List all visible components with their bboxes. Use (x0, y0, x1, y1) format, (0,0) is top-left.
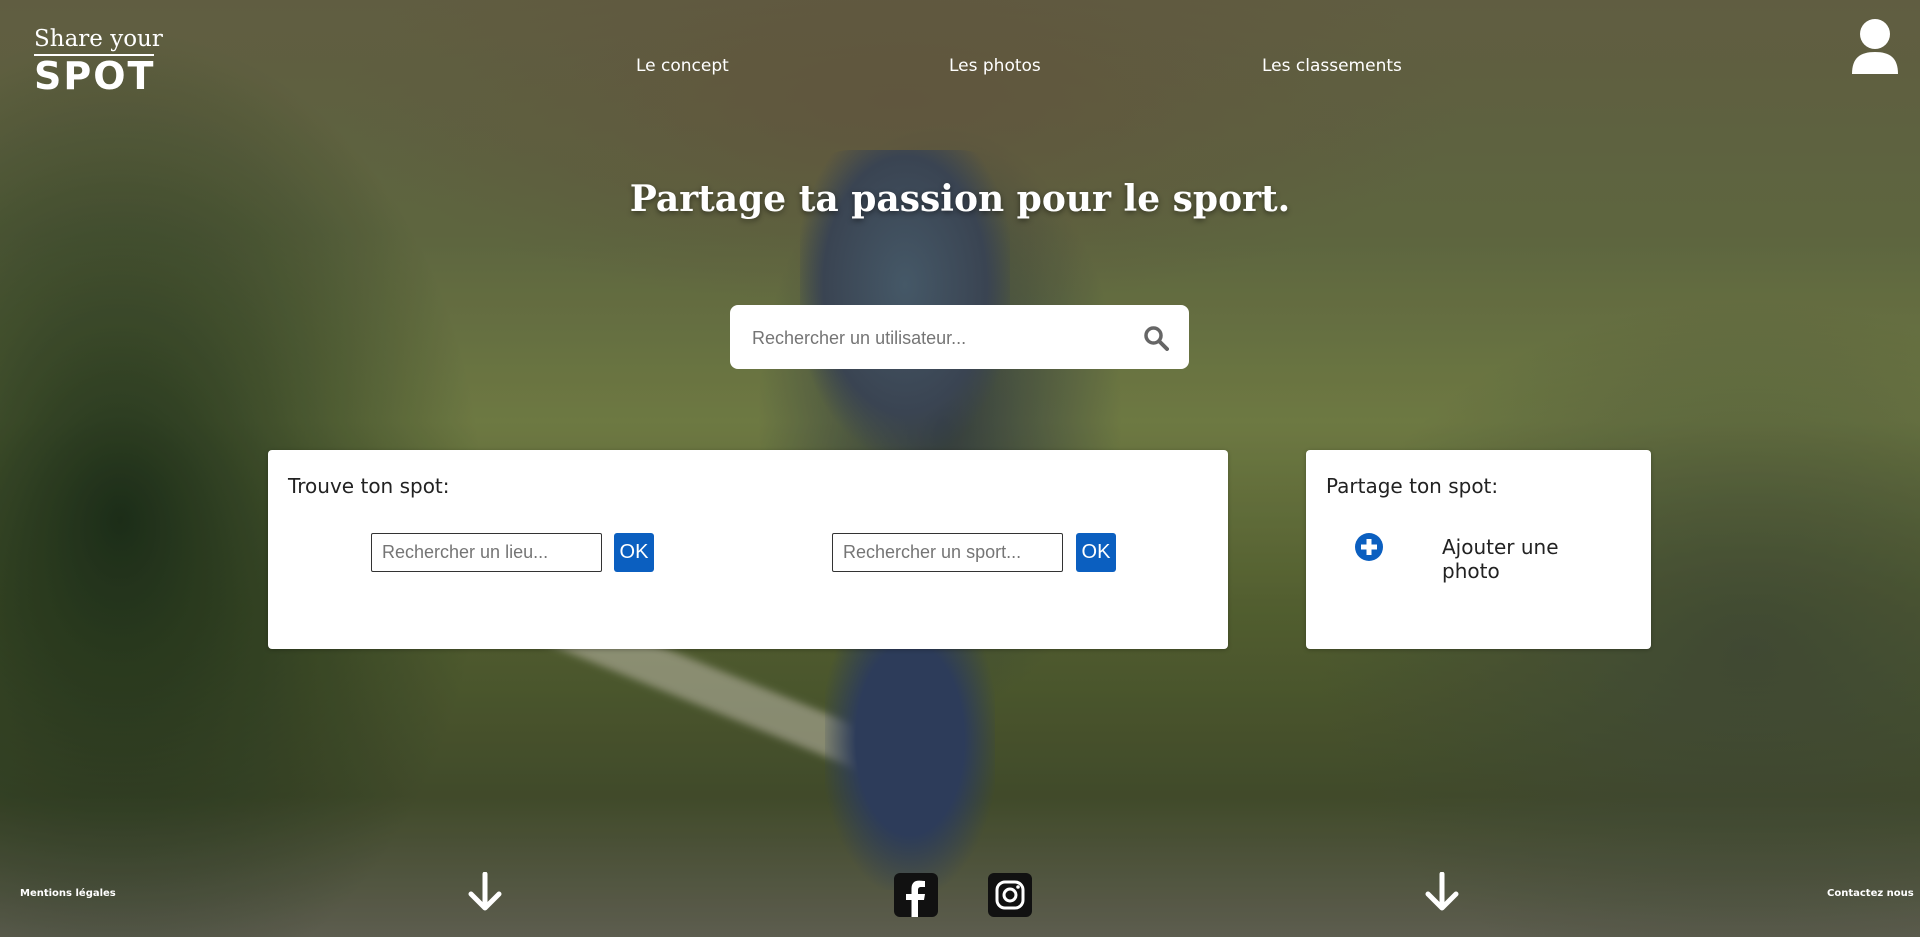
share-spot-card: Partage ton spot: Ajouter une photo (1306, 450, 1651, 649)
place-search-input[interactable] (371, 533, 602, 572)
nav-link-photos[interactable]: Les photos (949, 56, 1041, 76)
user-search-box (730, 305, 1189, 369)
add-photo-button[interactable]: Ajouter une photo (1354, 532, 1614, 583)
search-icon[interactable] (1143, 325, 1169, 351)
logo-top-text: Share your (34, 26, 163, 52)
add-photo-label: Ajouter une photo (1442, 535, 1559, 583)
instagram-icon[interactable] (988, 873, 1032, 917)
share-spot-title: Partage ton spot: (1326, 474, 1499, 498)
logo-bottom-text: SPOT (34, 54, 156, 98)
user-search-input[interactable] (750, 321, 1124, 355)
sport-search-input[interactable] (832, 533, 1063, 572)
nav-link-concept[interactable]: Le concept (636, 56, 729, 76)
plus-circle-icon (1355, 533, 1383, 561)
find-spot-card: Trouve ton spot: OK OK (268, 450, 1228, 649)
arrow-down-icon[interactable] (1422, 872, 1462, 912)
place-search-ok-button[interactable]: OK (614, 533, 654, 572)
background-hiker-legs (825, 640, 995, 890)
nav-link-rankings[interactable]: Les classements (1262, 56, 1402, 76)
user-icon[interactable] (1850, 18, 1900, 76)
facebook-icon[interactable] (894, 873, 938, 917)
sport-search-ok-button[interactable]: OK (1076, 533, 1116, 572)
contact-link[interactable]: Contactez nous (1827, 888, 1914, 899)
legal-notice-link[interactable]: Mentions légales (20, 888, 116, 899)
arrow-down-icon[interactable] (465, 872, 505, 912)
page-headline: Partage ta passion pour le sport. (629, 178, 1291, 220)
site-logo[interactable]: Share your SPOT (34, 26, 163, 95)
find-spot-title: Trouve ton spot: (288, 474, 450, 498)
